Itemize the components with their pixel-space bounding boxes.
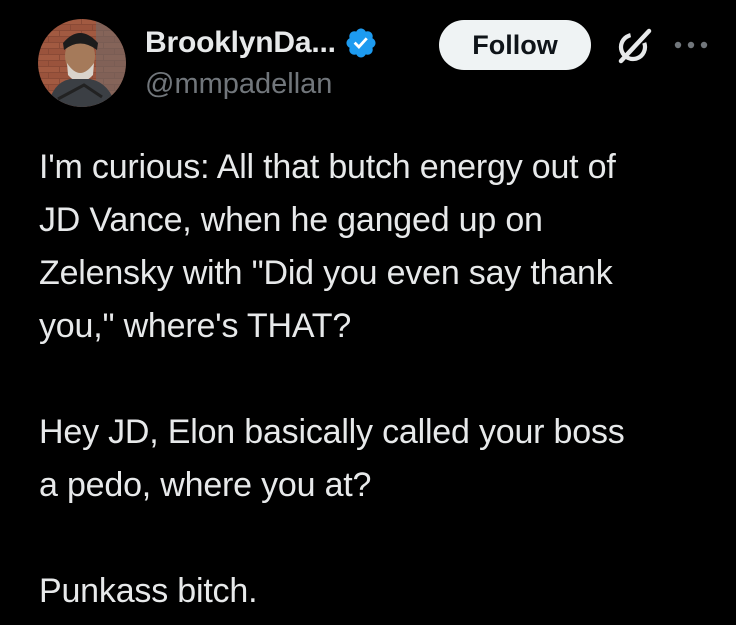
tweet-text: I'm curious: All that butch energy out o… (39, 141, 719, 618)
tweet-paragraph: I'm curious: All that butch energy out o… (39, 141, 719, 353)
verified-badge-icon[interactable] (344, 26, 378, 60)
text-line: a pedo, where you at? (39, 466, 372, 504)
tweet: BrooklynDa... @mmpadellan Follow I'm cur… (0, 0, 736, 625)
display-name[interactable]: BrooklynDa... (145, 26, 336, 60)
tweet-header: BrooklynDa... @mmpadellan Follow (38, 18, 728, 110)
grok-icon[interactable] (612, 24, 656, 68)
text-line: JD Vance, when he ganged up on (39, 201, 543, 239)
tweet-paragraph: Hey JD, Elon basically called your boss … (39, 406, 719, 512)
text-line: you," where's THAT? (39, 307, 352, 345)
author-block: BrooklynDa... @mmpadellan (145, 24, 378, 101)
follow-button[interactable]: Follow (439, 20, 591, 70)
avatar-image (38, 19, 126, 107)
author-handle[interactable]: @mmpadellan (145, 68, 378, 101)
avatar[interactable] (38, 19, 126, 107)
tweet-paragraph: Punkass bitch. (39, 565, 719, 618)
text-line: Hey JD, Elon basically called your boss (39, 413, 625, 451)
text-line: I'm curious: All that butch energy out o… (39, 148, 616, 186)
more-icon[interactable] (670, 30, 714, 60)
text-line: Zelensky with "Did you even say thank (39, 254, 613, 292)
text-line: Punkass bitch. (39, 572, 258, 610)
display-name-row: BrooklynDa... (145, 24, 378, 62)
